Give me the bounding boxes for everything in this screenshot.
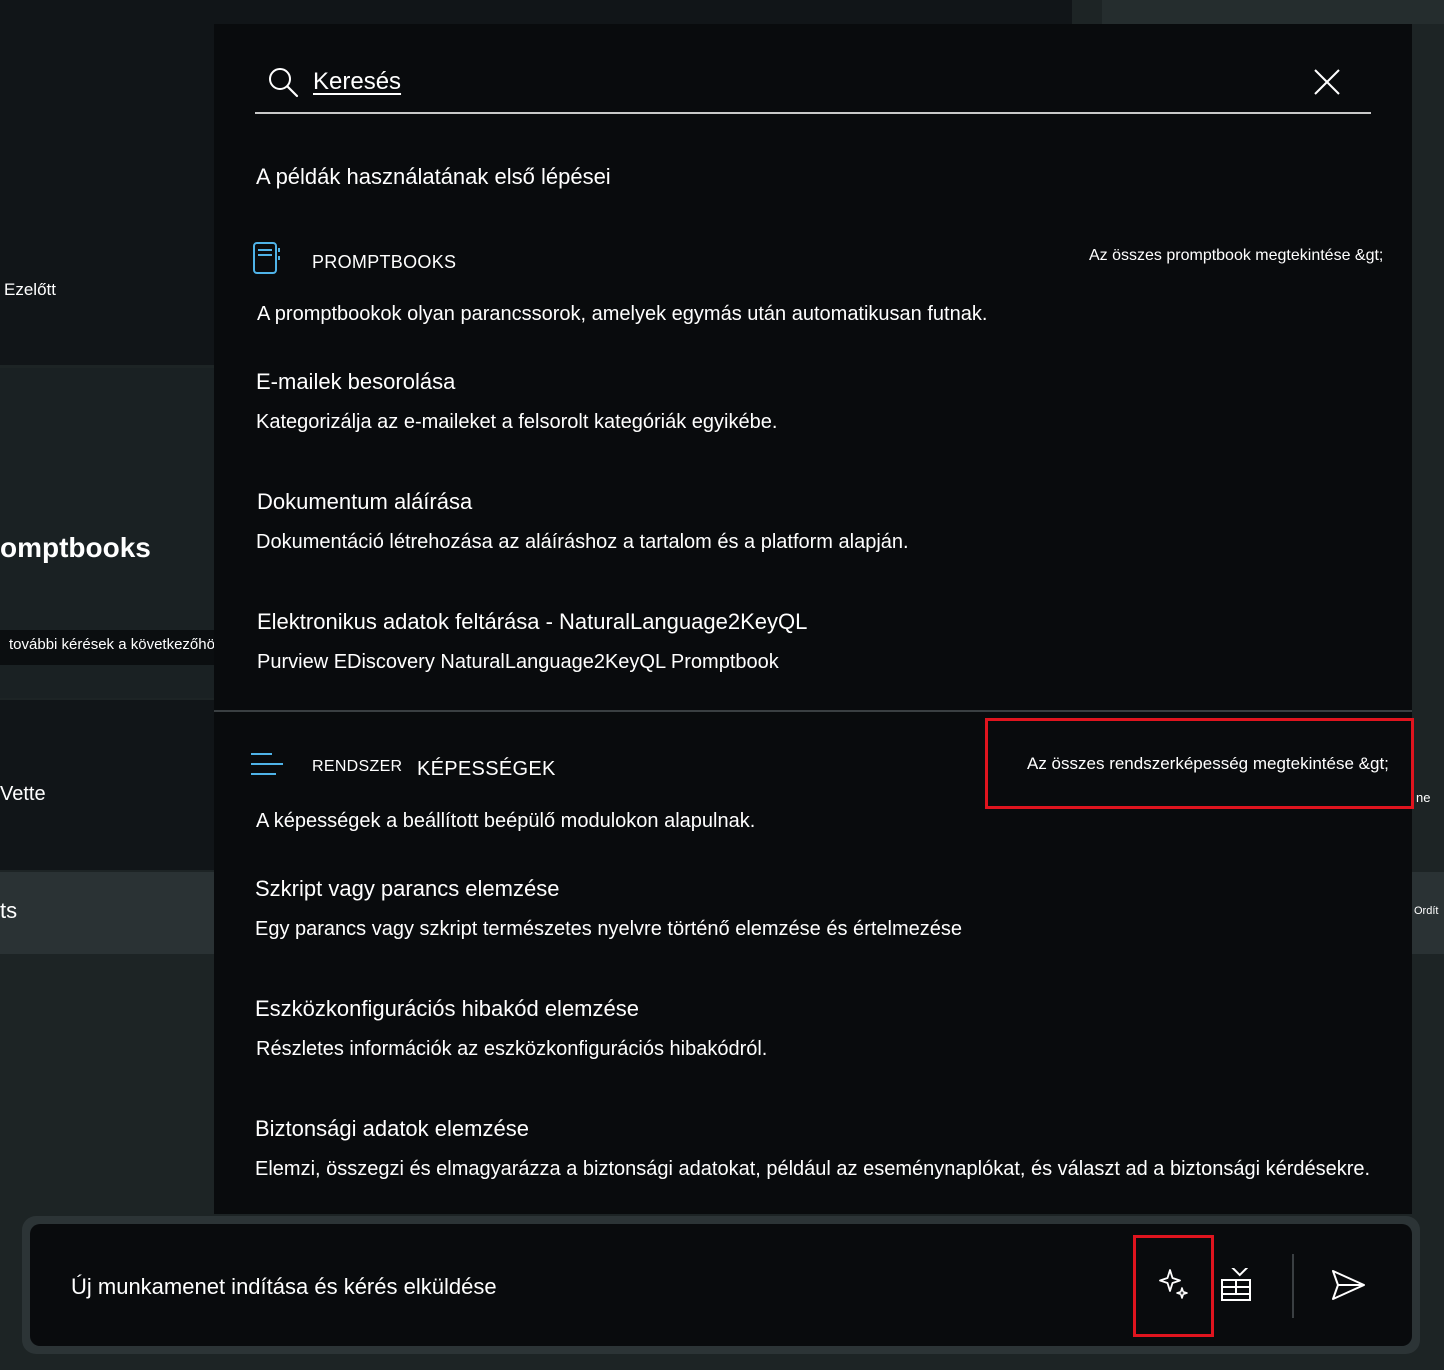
intro-title: A példák használatának első lépései	[256, 164, 611, 189]
bg-vette-label: Vette	[0, 783, 46, 805]
search-icon	[269, 68, 299, 98]
highlight-box-capabilities-link	[985, 718, 1414, 809]
capability-item-title[interactable]: Biztonsági adatok elemzése	[255, 1116, 529, 1142]
lines-icon	[251, 753, 283, 775]
view-all-promptbooks-link[interactable]: Az összes promptbook megtekintése &gt;	[1089, 247, 1383, 265]
bg-ezelott-label: Ezelőtt	[4, 280, 56, 299]
highlight-box-prompt-guide	[1133, 1235, 1214, 1337]
capabilities-section-label-1: RENDSZER	[312, 758, 403, 775]
promptbook-item-desc: Purview EDiscovery NaturalLanguage2KeyQL…	[257, 651, 779, 673]
capabilities-section-label-2: KÉPESSÉGEK	[417, 758, 556, 780]
capability-item-desc: Egy parancs vagy szkript természetes nye…	[255, 918, 962, 940]
search-input[interactable]: Keresés	[313, 68, 401, 96]
capability-item-desc: Elemzi, összegzi és elmagyarázza a bizto…	[255, 1158, 1371, 1180]
bg-promptbooks-heading: omptbooks	[0, 532, 151, 563]
bg-ne-label: ne	[1416, 790, 1431, 805]
bg-further-requests-label: további kérések a következőhöz:	[9, 636, 227, 653]
bg-ts-card	[0, 872, 214, 954]
promptbook-item-desc: Dokumentáció létrehozása az aláíráshoz a…	[256, 531, 909, 553]
close-icon[interactable]	[1311, 66, 1343, 98]
promptbooks-section-label: PROMPTBOOKS	[312, 252, 457, 272]
search-bar[interactable]: Keresés	[255, 62, 1371, 114]
capabilities-description: A képességek a beállított beépülő modulo…	[256, 810, 756, 832]
promptbooks-description: A promptbookok olyan parancssorok, amely…	[257, 303, 988, 325]
section-divider	[214, 710, 1412, 712]
prompt-input[interactable]: Új munkamenet indítása és kérés elküldés…	[71, 1274, 497, 1300]
send-icon[interactable]	[1330, 1268, 1366, 1302]
plugin-icon[interactable]	[1220, 1268, 1254, 1302]
bg-ordit-label: Ordít	[1414, 905, 1439, 917]
toolbar-divider	[1292, 1254, 1294, 1318]
bg-right-strip-2	[1102, 0, 1444, 24]
bg-right-strip	[1072, 0, 1102, 24]
bg-ts-label: ts	[0, 898, 18, 923]
capability-item-title[interactable]: Szkript vagy parancs elemzése	[255, 876, 559, 902]
promptbook-item-title[interactable]: Elektronikus adatok feltárása - NaturalL…	[257, 609, 807, 635]
promptbook-item-title[interactable]: Dokumentum aláírása	[257, 489, 472, 515]
capability-item-desc: Részletes információk az eszközkonfigurá…	[256, 1038, 768, 1060]
prompt-guide-panel: Keresés A példák használatának első lépé…	[214, 24, 1412, 1214]
capability-item-title[interactable]: Eszközkonfigurációs hibakód elemzése	[255, 996, 639, 1022]
promptbook-item-title[interactable]: E-mailek besorolása	[256, 369, 455, 395]
promptbook-item-desc: Kategorizálja az e-maileket a felsorolt …	[256, 411, 778, 433]
notebook-icon	[253, 242, 280, 274]
